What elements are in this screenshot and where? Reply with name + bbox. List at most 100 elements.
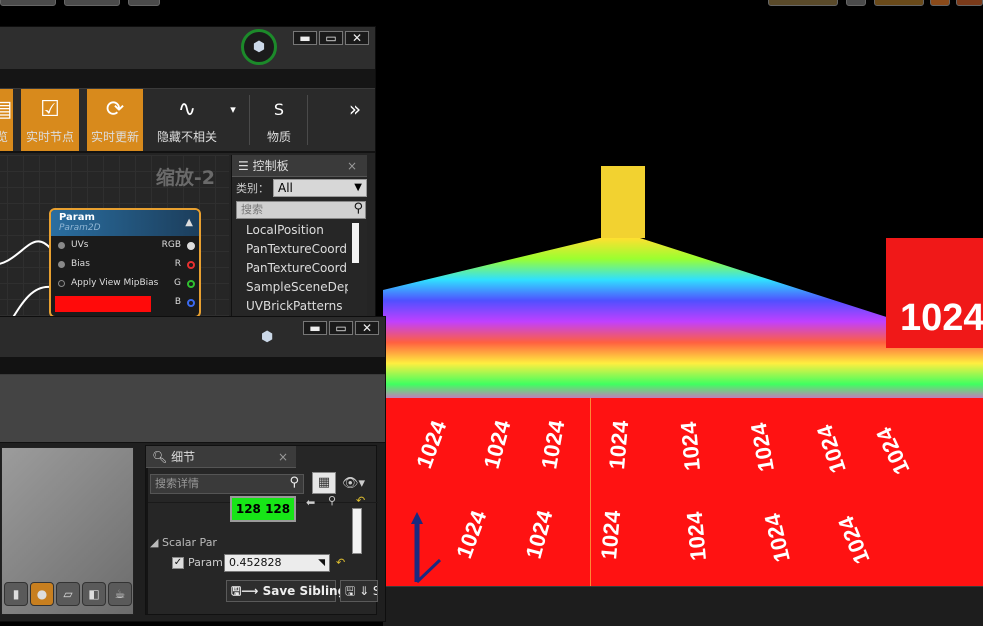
collapse-icon[interactable]: ▲ <box>185 217 193 228</box>
floor-label: 1024 <box>596 509 625 561</box>
palette-item[interactable]: UVBrickPatterns <box>232 297 348 316</box>
close-button[interactable]: ✕ <box>345 31 369 45</box>
output-pin[interactable] <box>187 242 195 250</box>
input-pin[interactable] <box>58 242 65 249</box>
toolbar-hide-unrelated-button[interactable]: ∿ 隐藏不相关 <box>151 89 223 151</box>
palette-item[interactable]: LocalPosition <box>232 221 348 240</box>
toolbar-live-update-button[interactable]: ⟳ 实时更新 <box>87 89 143 151</box>
toolbar-live-nodes-button[interactable]: ☑ 实时节点 <box>21 89 79 151</box>
input-pin[interactable] <box>58 280 65 287</box>
sphere-icon[interactable]: ● <box>30 582 54 606</box>
toolbar-label: 览 <box>0 130 8 144</box>
find-icon[interactable]: ⚲ <box>328 494 336 507</box>
search-icon: ⚲ <box>289 475 299 490</box>
output-label: G <box>174 278 181 288</box>
top-chip[interactable] <box>874 0 924 6</box>
input-pin[interactable] <box>58 261 65 268</box>
palette-item[interactable]: SampleSceneDept <box>232 278 348 297</box>
cube-icon[interactable]: ◧ <box>82 582 106 606</box>
minimize-button[interactable]: ▬ <box>303 321 327 335</box>
toolbar-label: 物质 <box>266 130 291 144</box>
toolbar-separator <box>307 95 308 145</box>
category-select[interactable]: All ▼ <box>273 179 367 197</box>
param-value-field[interactable]: 0.452828 ◥ <box>224 554 330 572</box>
toolbar-label: 实时节点 <box>25 130 74 144</box>
override-checkbox[interactable]: ✓ <box>172 556 184 569</box>
material-toolbar: ▤ 览 ☑ 实时节点 ⟳ 实时更新 ∿ 隐藏不相关 ▾ S 物质 » <box>0 89 375 153</box>
unreal-logo-icon: ⬢ <box>241 29 277 65</box>
drag-handle-icon: ◥ <box>318 558 325 568</box>
scalar-group-row[interactable]: ◢ Scalar Par <box>150 536 217 549</box>
top-chip[interactable] <box>128 0 160 6</box>
toolbar-substance-button[interactable]: S 物质 <box>257 89 301 151</box>
output-label: B <box>174 297 181 307</box>
texture-size-swatch: 128 128 <box>230 496 296 522</box>
instance-editor-titlebar[interactable]: ⬢ ▬ ▭ ✕ <box>0 317 385 357</box>
search-placeholder: 搜索详情 <box>155 477 199 490</box>
output-pin[interactable] <box>187 299 195 307</box>
tab-palette[interactable]: ☰ 控制板 × <box>232 155 367 177</box>
toolbar-dropdown-button[interactable]: ▾ <box>223 89 243 151</box>
top-chip[interactable] <box>930 0 950 6</box>
reset-arrow-icon[interactable]: ↶ <box>336 556 345 569</box>
details-scrollbar[interactable] <box>352 508 362 554</box>
material-editor-titlebar[interactable]: ⬢ ▬ ▭ ✕ <box>0 27 375 69</box>
search-placeholder: 搜索 <box>241 203 263 216</box>
details-search-input[interactable]: 搜索详情 ⚲ <box>150 474 304 494</box>
top-chip[interactable] <box>846 0 866 6</box>
search-icon: ⚲ <box>353 201 363 216</box>
cylinder-icon[interactable]: ▮ <box>4 582 28 606</box>
view-options-grid-button[interactable]: ▦ <box>312 472 336 494</box>
material-graph[interactable]: 缩放-2 Param Param2D ▲ UVs RGB Bias R Appl… <box>0 155 229 327</box>
palette-item[interactable]: PanTextureCoordi <box>232 240 348 259</box>
teapot-icon[interactable]: ☕ <box>108 582 132 606</box>
node-pin-row: Bias R <box>51 255 199 274</box>
toolbar-label: 隐藏不相关 <box>156 130 217 144</box>
top-chip[interactable] <box>64 0 120 6</box>
plane-icon[interactable]: ▱ <box>56 582 80 606</box>
eye-icon[interactable]: 👁︎▾ <box>342 476 365 491</box>
floor-label: 1024 <box>676 420 705 472</box>
close-icon[interactable]: × <box>278 446 288 468</box>
maximize-button[interactable]: ▭ <box>329 321 353 335</box>
hide-unrelated-icon: ∿ <box>177 96 197 122</box>
window-controls: ▬ ▭ ✕ <box>303 321 379 335</box>
minimize-button[interactable]: ▬ <box>293 31 317 45</box>
palette-search-input[interactable]: 搜索 ⚲ <box>236 201 366 219</box>
expand-arrow-icon: ◢ <box>150 536 162 549</box>
toolbar-overflow-button[interactable]: » <box>343 89 367 151</box>
distant-pillar <box>601 166 645 238</box>
unreal-logo-icon: ⬢ <box>261 329 274 345</box>
details-panel: 🔍︎ 细节 × 搜索详情 ⚲ ▦ 👁︎▾ 128 128 ↶ ⬅ ⚲ ◢ Sca… <box>145 445 378 615</box>
tab-details[interactable]: 🔍︎ 细节 × <box>146 446 296 468</box>
wall-text: 1024 <box>900 297 983 339</box>
browse-arrow-icon[interactable]: ⬅ <box>306 496 315 509</box>
param-row: ✓ Param <box>172 556 223 569</box>
input-label: UVs <box>71 240 89 250</box>
close-button[interactable]: ✕ <box>355 321 379 335</box>
maximize-button[interactable]: ▭ <box>319 31 343 45</box>
material-editor-tab-strip <box>0 69 375 89</box>
toolbar-preview-button[interactable]: ▤ 览 <box>0 89 13 151</box>
node-header: Param Param2D ▲ <box>51 210 199 236</box>
palette-tab-label: 控制板 <box>252 159 289 173</box>
input-label: Apply View MipBias <box>71 278 159 288</box>
output-pin[interactable] <box>187 280 195 288</box>
reset-arrow-icon[interactable]: ↶ <box>356 494 365 507</box>
top-chip[interactable] <box>0 0 56 6</box>
top-chip[interactable] <box>956 0 983 6</box>
material-preview-viewport[interactable]: ▮ ● ▱ ◧ ☕ <box>1 447 134 615</box>
close-icon[interactable]: × <box>347 155 357 177</box>
save-child-button[interactable]: 🖫︎ ⇓ S <box>340 580 378 602</box>
output-label: R <box>174 259 181 269</box>
top-chip[interactable] <box>768 0 838 6</box>
list-icon: ☰ <box>238 159 253 173</box>
double-chevron-right-icon: » <box>348 97 362 121</box>
palette-scrollbar[interactable] <box>352 223 359 263</box>
save-sibling-button[interactable]: 🖫︎⟶ Save Sibling <box>226 580 346 602</box>
top-toolbar-edge <box>0 0 983 10</box>
texture-param-node[interactable]: Param Param2D ▲ UVs RGB Bias R Apply Vie… <box>49 208 201 318</box>
output-pin[interactable] <box>187 261 195 269</box>
preview-icon: ▤ <box>0 96 13 122</box>
palette-item[interactable]: PanTextureCoordi <box>232 259 348 278</box>
